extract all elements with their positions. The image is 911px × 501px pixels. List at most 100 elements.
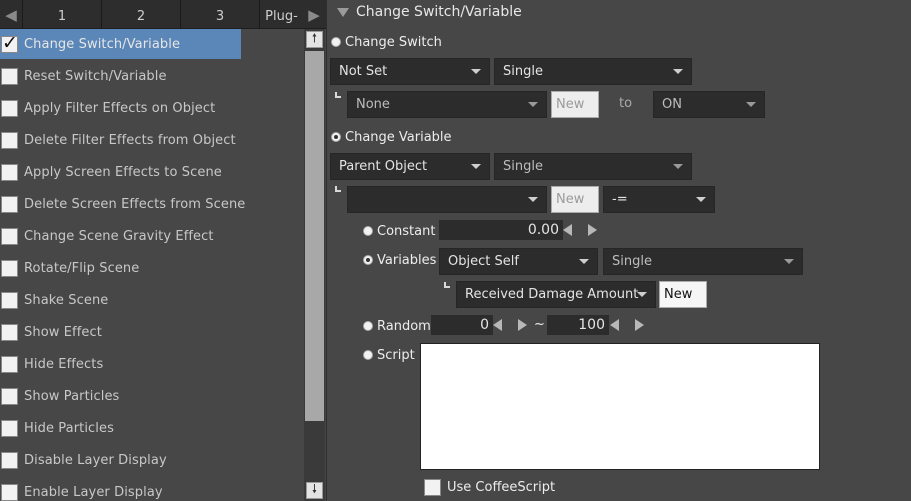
indent-corner-icon <box>335 92 341 98</box>
constant-label: Constant <box>377 223 436 239</box>
list-item-label: Apply Filter Effects on Object <box>24 100 216 116</box>
switch-value-dropdown[interactable]: ON <box>653 91 765 118</box>
change-switch-radio-button[interactable] <box>331 37 341 47</box>
list-item-label: Delete Filter Effects from Object <box>24 132 236 148</box>
switch-dropdown[interactable]: None <box>347 91 547 118</box>
list-item[interactable]: Hide Effects <box>0 349 304 379</box>
command-list-scrollbar[interactable]: 🠕 🠗 <box>304 29 325 501</box>
random-min-stepper[interactable] <box>493 315 527 335</box>
new-switch-button[interactable]: New <box>551 91 599 118</box>
change-switch-label: Change Switch <box>345 34 442 50</box>
source-object-dropdown[interactable]: Object Self <box>439 248 598 275</box>
tab-scroll-right-icon[interactable]: ▶ <box>303 0 325 29</box>
list-item[interactable]: Apply Screen Effects to Scene <box>0 157 304 187</box>
increment-arrow-icon[interactable] <box>635 319 644 331</box>
random-max-stepper[interactable] <box>610 315 644 335</box>
list-item-checkbox[interactable]: ✓ <box>1 32 18 54</box>
list-item-checkbox[interactable] <box>1 67 18 85</box>
change-variable-radio-button[interactable] <box>331 132 341 142</box>
list-item-checkbox[interactable] <box>1 419 18 437</box>
list-item[interactable]: Apply Filter Effects on Object <box>0 93 304 123</box>
variable-object-dropdown[interactable]: Parent Object <box>330 153 490 180</box>
script-textarea[interactable] <box>420 343 820 470</box>
switch-scope-dropdown[interactable]: Single <box>494 58 692 85</box>
new-source-variable-button[interactable]: New <box>659 281 707 308</box>
list-item[interactable]: Rotate/Flip Scene <box>0 253 304 283</box>
switch-object-dropdown[interactable]: Not Set <box>330 58 490 85</box>
list-item-checkbox[interactable] <box>1 291 18 309</box>
chevron-down-icon <box>579 259 589 264</box>
scroll-down-icon[interactable]: 🠗 <box>306 482 323 499</box>
tab-plugin[interactable]: Plug- <box>259 0 303 29</box>
list-item[interactable]: Show Effect <box>0 317 304 347</box>
source-scope-dropdown[interactable]: Single <box>603 248 803 275</box>
list-item-label: Show Effect <box>24 324 102 340</box>
list-item-checkbox[interactable] <box>1 323 18 341</box>
script-radio[interactable]: Script <box>363 346 415 364</box>
variables-radio[interactable]: Variables <box>363 251 436 269</box>
list-item[interactable]: Delete Filter Effects from Object <box>0 125 304 155</box>
list-item-checkbox[interactable] <box>1 355 18 373</box>
use-coffeescript-checkbox[interactable]: Use CoffeeScript <box>423 478 555 496</box>
variables-label: Variables <box>377 252 437 268</box>
operator-dropdown[interactable]: -= <box>603 186 715 213</box>
settings-panel: Change Switch/Variable Change Switch Not… <box>326 0 911 501</box>
constant-radio-button[interactable] <box>363 226 373 236</box>
list-item-checkbox[interactable] <box>1 195 18 213</box>
increment-arrow-icon[interactable] <box>588 224 597 236</box>
list-item[interactable]: ✓ Change Switch/Variable <box>0 29 241 59</box>
section-header[interactable]: Change Switch/Variable <box>337 3 522 21</box>
tab-scroll-left-icon[interactable]: ◀ <box>0 0 22 29</box>
scroll-thumb[interactable] <box>305 51 324 421</box>
list-item[interactable]: Disable Layer Display <box>0 445 304 475</box>
change-switch-radio[interactable]: Change Switch <box>331 33 442 51</box>
scroll-up-icon[interactable]: 🠕 <box>306 31 323 48</box>
constant-input[interactable]: 0.00 <box>439 220 563 240</box>
list-item[interactable]: Change Scene Gravity Effect <box>0 221 304 251</box>
list-item-checkbox[interactable] <box>1 227 18 245</box>
list-item[interactable]: Shake Scene <box>0 285 304 315</box>
list-item-checkbox[interactable] <box>1 131 18 149</box>
random-min-input[interactable]: 0 <box>431 315 493 335</box>
new-variable-button[interactable]: New <box>551 186 599 213</box>
decrement-arrow-icon[interactable] <box>563 224 572 236</box>
indent-corner-icon <box>335 186 341 192</box>
tab-2[interactable]: 2 <box>101 0 180 29</box>
list-item[interactable]: Enable Layer Display <box>0 477 304 501</box>
list-item[interactable]: Reset Switch/Variable <box>0 61 304 91</box>
list-item-checkbox[interactable] <box>1 483 18 501</box>
chevron-down-icon <box>471 164 481 169</box>
decrement-arrow-icon[interactable] <box>493 319 502 331</box>
list-item-checkbox[interactable] <box>1 259 18 277</box>
increment-arrow-icon[interactable] <box>518 319 527 331</box>
variable-dropdown[interactable] <box>347 186 547 213</box>
list-item-checkbox[interactable] <box>1 99 18 117</box>
random-radio[interactable]: Random <box>363 317 431 335</box>
script-radio-button[interactable] <box>363 350 373 360</box>
chevron-down-icon <box>528 197 538 202</box>
chevron-down-icon <box>471 69 481 74</box>
use-coffeescript-checkbox-box[interactable] <box>424 478 441 496</box>
collapse-arrow-icon[interactable] <box>337 7 349 17</box>
source-variable-dropdown[interactable]: Received Damage Amount <box>456 281 656 308</box>
list-item-label: Change Switch/Variable <box>24 36 181 52</box>
constant-radio[interactable]: Constant <box>363 222 435 240</box>
constant-stepper[interactable] <box>563 220 597 240</box>
change-variable-radio[interactable]: Change Variable <box>331 128 452 146</box>
list-item[interactable]: Show Particles <box>0 381 304 411</box>
list-item[interactable]: Delete Screen Effects from Scene <box>0 189 304 219</box>
list-item-label: Disable Layer Display <box>24 452 167 468</box>
variable-scope-dropdown[interactable]: Single <box>494 153 692 180</box>
tab-1[interactable]: 1 <box>22 0 101 29</box>
random-radio-button[interactable] <box>363 321 373 331</box>
random-max-input[interactable]: 100 <box>547 315 609 335</box>
decrement-arrow-icon[interactable] <box>610 319 619 331</box>
variables-radio-button[interactable] <box>363 255 373 265</box>
list-item-checkbox[interactable] <box>1 387 18 405</box>
tab-3[interactable]: 3 <box>180 0 259 29</box>
to-label: to <box>619 96 633 111</box>
list-item[interactable]: Hide Particles <box>0 413 304 443</box>
chevron-down-icon <box>784 259 794 264</box>
list-item-checkbox[interactable] <box>1 451 18 469</box>
list-item-checkbox[interactable] <box>1 163 18 181</box>
